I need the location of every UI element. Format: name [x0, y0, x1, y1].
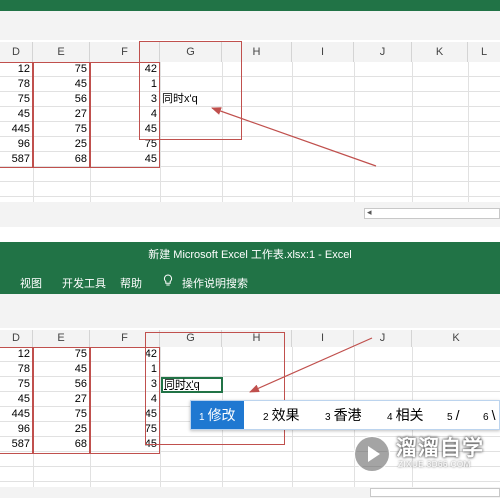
tab-view[interactable]: 视图: [20, 275, 42, 291]
top-gap: [0, 227, 500, 242]
top-column-headers: D E F G H I J K L: [0, 42, 500, 62]
col-header-j[interactable]: J: [354, 330, 412, 347]
col-header-j[interactable]: J: [354, 42, 412, 62]
col-header-k[interactable]: K: [412, 42, 468, 62]
tell-me-search[interactable]: 操作说明搜索: [182, 275, 248, 291]
col-header-e[interactable]: E: [33, 330, 90, 347]
ime-candidate-4[interactable]: 4 相关: [387, 401, 424, 429]
ime-candidate-6[interactable]: 6 \: [483, 401, 495, 429]
table-row: [0, 167, 500, 182]
ime-candidate-5[interactable]: 5/: [447, 401, 459, 429]
annotation-rect-col-e: [33, 62, 90, 168]
annotation-rect-col-d: [0, 347, 33, 454]
col-header-e[interactable]: E: [33, 42, 90, 62]
col-header-d[interactable]: D: [0, 330, 33, 347]
watermark-logo: 溜溜自学 ZIXUE.3D66.COM: [352, 430, 500, 485]
bottom-horizontal-scrollbar[interactable]: [370, 488, 500, 497]
ribbon-tabs: 视图 开发工具 帮助 操作说明搜索: [0, 269, 500, 294]
col-header-i[interactable]: I: [292, 42, 354, 62]
annotation-rect-col-e: [33, 347, 90, 454]
ime-candidate-2[interactable]: 2 效果: [263, 401, 300, 429]
ime-candidate-1[interactable]: 1 修改: [191, 401, 244, 429]
top-ribbon-remnant: [0, 11, 500, 40]
tab-developer[interactable]: 开发工具: [62, 275, 106, 291]
top-window-titlebar-strip: [0, 0, 500, 11]
ime-candidate-bar[interactable]: 1 修改 2 效果 3 香港 4 相关 5/ 6 \: [190, 400, 500, 430]
col-header-i[interactable]: I: [292, 330, 354, 347]
top-horizontal-scrollbar[interactable]: ◂: [364, 207, 500, 219]
ime-candidate-3[interactable]: 3 香港: [325, 401, 362, 429]
formula-bar-area: [0, 294, 500, 328]
col-header-k[interactable]: K: [412, 330, 500, 347]
table-row: [0, 182, 500, 197]
col-header-l[interactable]: L: [468, 42, 500, 62]
watermark-title: 溜溜自学: [396, 437, 484, 460]
lightbulb-icon: [163, 274, 173, 290]
tab-help[interactable]: 帮助: [120, 275, 142, 291]
annotation-rect-target: [139, 41, 242, 140]
watermark-url: ZIXUE.3D66.COM: [398, 460, 471, 469]
window-title: 新建 Microsoft Excel 工作表.xlsx:1 - Excel: [148, 249, 352, 261]
play-logo-icon: [353, 435, 391, 473]
annotation-rect-col-d: [0, 62, 33, 168]
window-titlebar: 新建 Microsoft Excel 工作表.xlsx:1 - Excel: [0, 242, 500, 269]
col-header-d[interactable]: D: [0, 42, 33, 62]
scroll-left-icon[interactable]: ◂: [367, 207, 372, 218]
